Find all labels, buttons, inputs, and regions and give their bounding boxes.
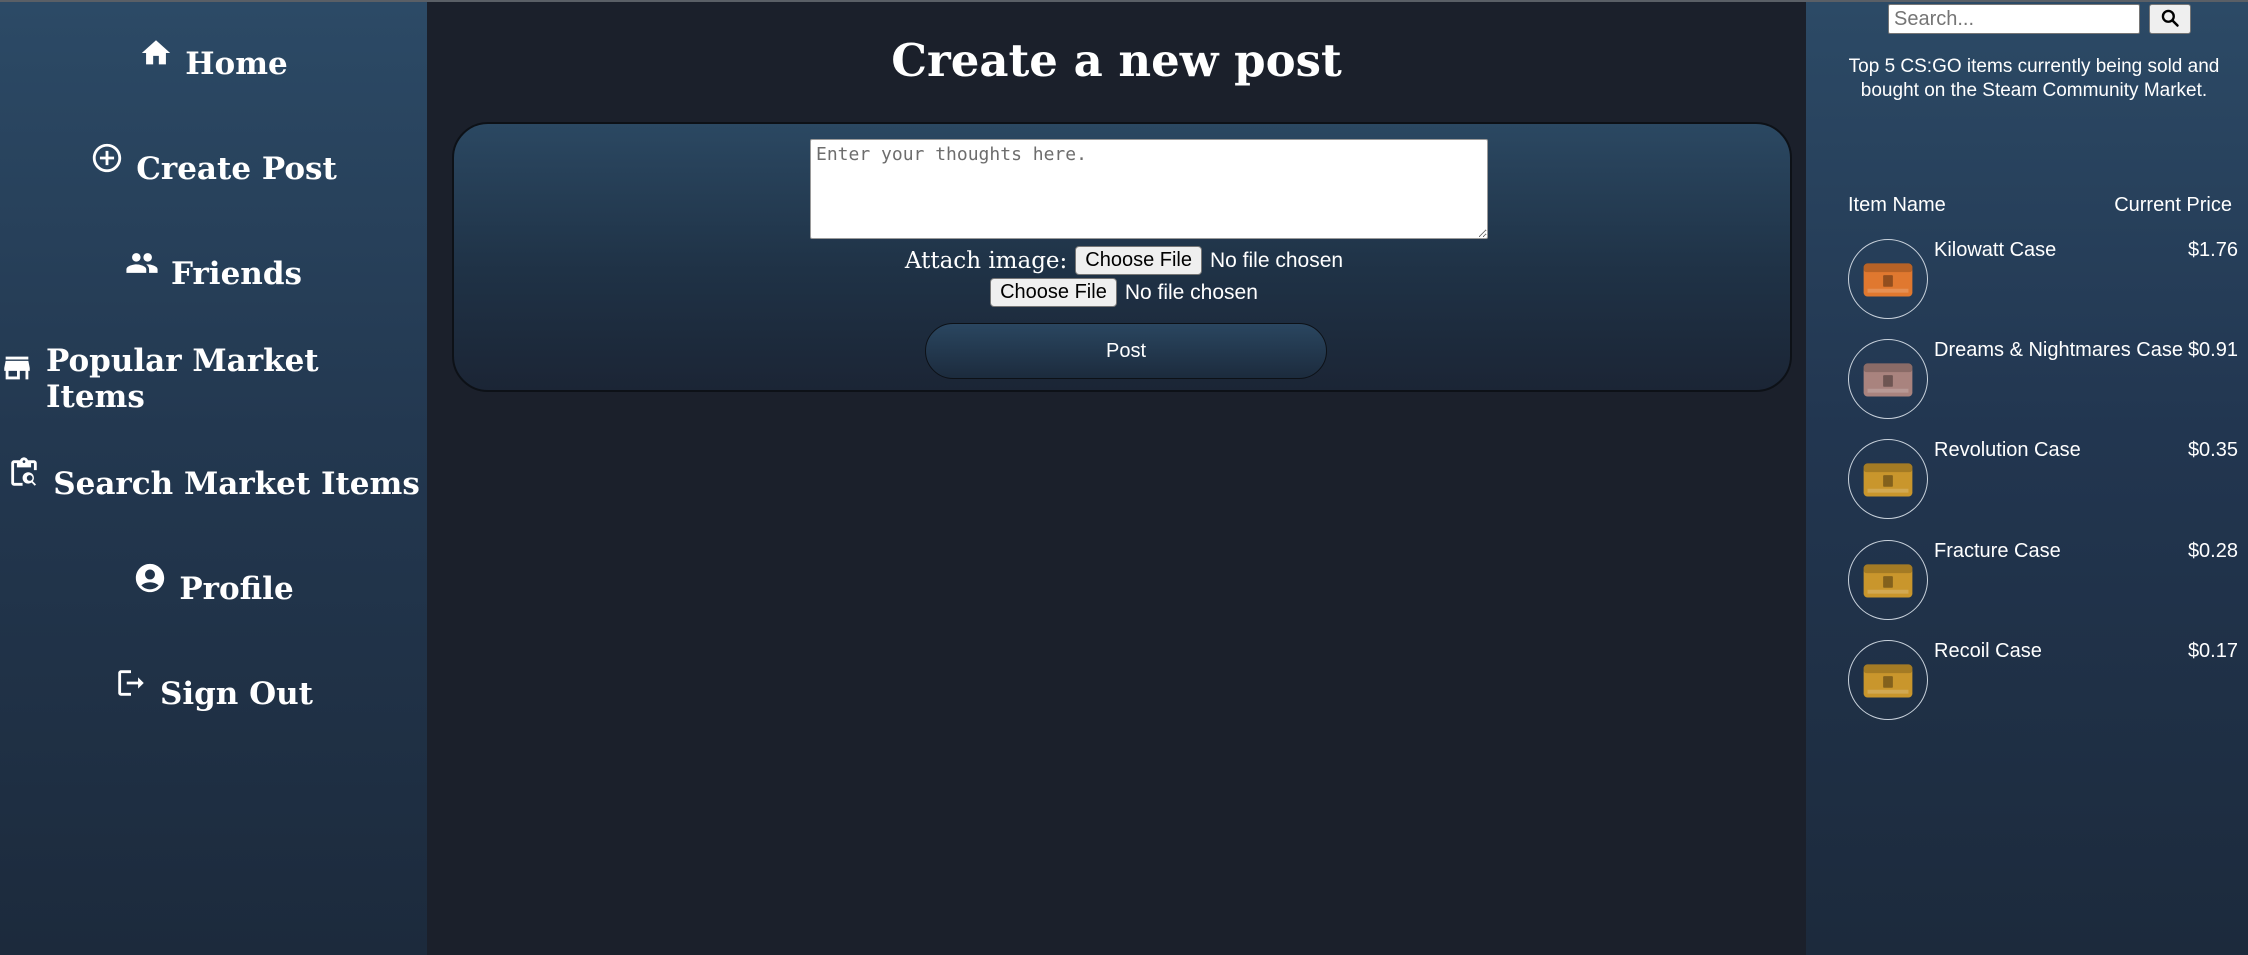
file-status-text: No file chosen: [1210, 248, 1344, 272]
sidebar-item-label: Search Market Items: [53, 466, 420, 502]
second-file-row: Choose File No file chosen: [454, 278, 1794, 307]
sidebar-nav: Home Create Post Friends Popular Market …: [0, 2, 427, 955]
clipboard-search-icon: [7, 456, 41, 490]
item-price: $0.28: [2187, 540, 2238, 562]
item-name: Recoil Case: [1934, 640, 2042, 662]
page-title: Create a new post: [891, 34, 1342, 87]
attach-image-row: Attach image: Choose File No file chosen: [454, 246, 1794, 275]
sidebar-item-profile[interactable]: Profile: [0, 559, 427, 619]
market-item-row[interactable]: Dreams & Nightmares Case $0.91: [1848, 339, 2238, 419]
search-button[interactable]: [2149, 4, 2191, 34]
choose-file-button-2[interactable]: Choose File: [990, 278, 1117, 307]
sidebar-item-label: Create Post: [136, 151, 337, 187]
people-icon: [125, 246, 159, 280]
file-status-text-2: No file chosen: [1124, 280, 1258, 304]
account-circle-icon: [133, 561, 167, 595]
weapon-case-icon: [1863, 263, 1913, 297]
sidebar-item-label: Home: [185, 46, 288, 82]
sidebar-item-label: Sign Out: [159, 676, 314, 712]
add-circle-icon: [90, 141, 124, 175]
storefront-icon: [0, 351, 34, 385]
sidebar-item-search-market-items[interactable]: Search Market Items: [0, 454, 427, 514]
post-button[interactable]: Post: [925, 323, 1327, 379]
sidebar-item-sign-out[interactable]: Sign Out: [0, 664, 427, 724]
column-header-item-name: Item Name: [1848, 194, 1946, 216]
market-panel: Top 5 CS:GO items currently being sold a…: [1806, 2, 2248, 955]
sidebar-item-friends[interactable]: Friends: [0, 244, 427, 304]
attach-image-label: Attach image:: [904, 247, 1068, 274]
item-price: $0.91: [2187, 339, 2238, 361]
case-thumbnail: [1848, 239, 1928, 319]
weapon-case-icon: [1863, 363, 1913, 397]
sidebar-item-home[interactable]: Home: [0, 34, 427, 94]
item-name: Fracture Case: [1934, 540, 2061, 562]
item-price: $0.35: [2187, 439, 2238, 461]
market-description: Top 5 CS:GO items currently being sold a…: [1848, 56, 2220, 101]
sidebar-item-label: Friends: [171, 256, 302, 292]
item-name: Revolution Case: [1934, 439, 2081, 461]
item-price: $0.17: [2187, 640, 2238, 662]
sidebar-item-label: Popular Market Items: [46, 343, 319, 415]
case-thumbnail: [1848, 439, 1928, 519]
case-thumbnail: [1848, 640, 1928, 720]
logout-icon: [114, 666, 148, 700]
search-input[interactable]: [1888, 4, 2140, 34]
choose-file-button[interactable]: Choose File: [1075, 246, 1202, 275]
market-item-row[interactable]: Recoil Case $0.17: [1848, 640, 2238, 720]
item-price: $1.76: [2187, 239, 2238, 261]
create-post-form: Attach image: Choose File No file chosen…: [452, 122, 1792, 392]
weapon-case-icon: [1863, 564, 1913, 598]
sidebar-item-label: Profile: [179, 571, 294, 607]
weapon-case-icon: [1863, 463, 1913, 497]
market-item-row[interactable]: Fracture Case $0.28: [1848, 540, 2238, 620]
sidebar-item-create-post[interactable]: Create Post: [0, 139, 427, 199]
post-text-input[interactable]: [810, 139, 1488, 239]
weapon-case-icon: [1863, 664, 1913, 698]
case-thumbnail: [1848, 540, 1928, 620]
case-thumbnail: [1848, 339, 1928, 419]
column-header-current-price: Current Price: [2114, 194, 2232, 216]
item-name: Kilowatt Case: [1934, 239, 2057, 261]
item-name: Dreams & Nightmares Case: [1934, 339, 2183, 361]
magnifier-icon: [2160, 8, 2180, 31]
sidebar-item-popular-market-items[interactable]: Popular Market Items: [0, 343, 427, 415]
home-icon: [139, 36, 173, 70]
market-item-row[interactable]: Kilowatt Case $1.76: [1848, 239, 2238, 319]
main-content: Create a new post Attach image: Choose F…: [427, 2, 1806, 955]
market-item-row[interactable]: Revolution Case $0.35: [1848, 439, 2238, 519]
